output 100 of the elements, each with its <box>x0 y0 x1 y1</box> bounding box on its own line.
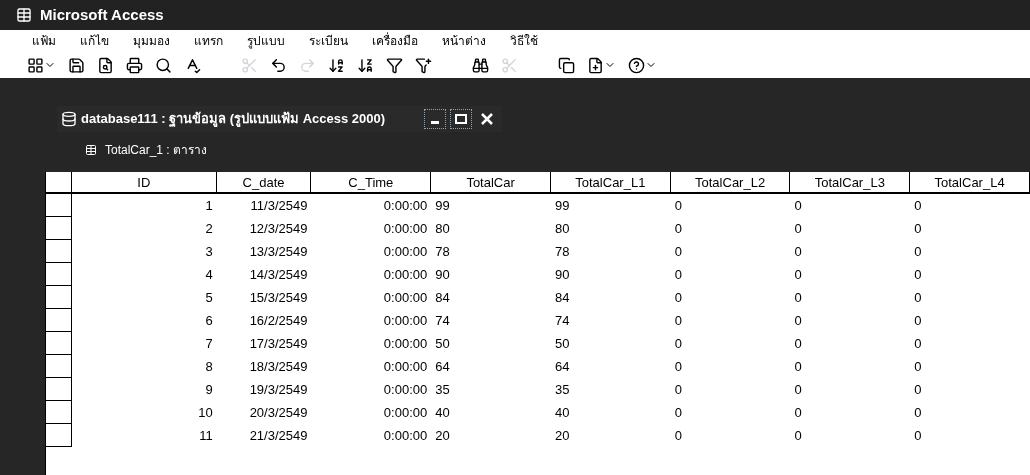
table-window-title: TotalCar_1 : ตาราง <box>105 142 208 159</box>
column-header[interactable]: TotalCar_L4 <box>910 172 1030 192</box>
table-cell-text: 11 <box>198 427 214 445</box>
menu-item[interactable]: แฟ้ม <box>32 32 56 50</box>
row-selector[interactable] <box>46 378 72 401</box>
table-cell-text: 80 <box>553 220 571 238</box>
column-header[interactable]: TotalCar_L1 <box>550 172 671 192</box>
table-cell-text: 40 <box>434 404 451 422</box>
column-header[interactable]: TotalCar_L3 <box>790 172 911 192</box>
row-selector[interactable] <box>46 217 72 240</box>
menu-item[interactable]: ระเบียน <box>309 32 348 50</box>
menu-item[interactable]: แทรก <box>194 32 223 50</box>
close-icon <box>480 112 494 126</box>
sort-descending-icon <box>357 56 374 74</box>
scissors-icon <box>241 56 258 74</box>
table-cell-text: 10 <box>197 404 214 422</box>
view-icon <box>27 56 44 74</box>
menu-item[interactable]: หน้าต่าง <box>442 32 486 50</box>
table-cell-text: 0 <box>793 358 803 376</box>
table-cell-text: 64 <box>553 358 571 376</box>
column-header[interactable]: C_date <box>216 172 312 192</box>
table-cell-text: 16/2/2549 <box>248 312 309 330</box>
table-cell-text: 0 <box>673 266 683 284</box>
table-cell-text: 0 <box>673 381 683 399</box>
table-cell-text: 0 <box>673 289 683 307</box>
row-selector[interactable] <box>46 194 72 217</box>
menu-item[interactable]: รูปแบบ <box>247 32 285 50</box>
table-cell-text: 0 <box>673 197 683 215</box>
table-cell-text: 4 <box>204 266 214 284</box>
column-header[interactable]: TotalCar <box>431 172 551 192</box>
maximize-button[interactable] <box>450 109 472 129</box>
table-cell-text: 20 <box>553 427 571 445</box>
windows-icon <box>558 56 575 74</box>
table-cell-text: 78 <box>553 243 571 261</box>
table-cell-text: 0 <box>913 289 923 307</box>
table-cell-text: 6 <box>204 312 214 330</box>
menu-item[interactable]: มุมมอง <box>133 32 170 50</box>
row-selector[interactable] <box>46 401 72 424</box>
magnifier-icon <box>155 56 172 74</box>
table-cell-text: 78 <box>434 243 451 261</box>
table-cell-text: 0:00:00 <box>382 358 429 376</box>
table-cell-text: 84 <box>434 289 451 307</box>
table-cell-text: 17/3/2549 <box>248 335 309 353</box>
table-cell-text: 0 <box>673 312 683 330</box>
undo-icon <box>270 56 287 74</box>
save-icon <box>68 56 85 74</box>
minimize-button[interactable] <box>424 109 446 129</box>
table-cell-text: 2 <box>204 220 214 238</box>
database-icon <box>61 111 77 127</box>
table-cell-text: 0 <box>913 266 923 284</box>
column-header[interactable]: TotalCar_L2 <box>670 172 791 192</box>
table-cell-text: 0:00:00 <box>382 243 429 261</box>
table-cell-text: 3 <box>204 243 214 261</box>
table-cell-text: 0:00:00 <box>382 289 429 307</box>
table-cell-text: 8 <box>204 358 214 376</box>
table-cell-text: 50 <box>434 335 451 353</box>
table-cell-text: 12/3/2549 <box>248 220 309 238</box>
table-cell-text: 84 <box>553 289 571 307</box>
table-cell-text: 0:00:00 <box>382 381 429 399</box>
sort-ascending-icon <box>328 56 345 74</box>
row-selector[interactable] <box>46 263 72 286</box>
table-cell-text: 20/3/2549 <box>248 404 309 422</box>
row-selector[interactable] <box>46 355 72 378</box>
table-cell-text: 14/3/2549 <box>248 266 309 284</box>
menu-item[interactable]: วิธีใช้ <box>510 32 538 50</box>
table-cell-text: 0 <box>793 243 803 261</box>
menu-item[interactable]: เครื่องมือ <box>372 32 418 50</box>
table-cell-text: 90 <box>553 266 571 284</box>
table-cell-text: 0:00:00 <box>382 335 429 353</box>
table-cell-text: 11/3/2549 <box>249 197 309 215</box>
help-icon <box>628 56 645 74</box>
database-window-title: database111 : ฐานข้อมูล (รูปแบบแฟ้ม Access 2000) <box>81 110 387 129</box>
table-cell-text: 21/3/2549 <box>248 427 309 445</box>
table-cell-text: 74 <box>553 312 571 330</box>
filter-plus-icon <box>415 56 432 74</box>
table-cell-text: 0:00:00 <box>382 312 429 330</box>
minimize-icon <box>431 121 439 124</box>
row-selector[interactable] <box>46 332 72 355</box>
menu-item[interactable]: แก้ไข <box>80 32 109 50</box>
row-selector[interactable] <box>46 240 72 263</box>
table-cell-text: 7 <box>204 335 214 353</box>
column-header[interactable]: ID <box>71 172 217 192</box>
row-selector[interactable] <box>46 309 72 332</box>
table-cell-text: 0 <box>793 404 803 422</box>
table-cell-text: 0:00:00 <box>382 404 429 422</box>
table-cell-text: 0 <box>793 197 803 215</box>
table-cell-text: 0:00:00 <box>382 427 429 445</box>
table-cell-text: 0 <box>793 335 803 353</box>
column-header[interactable]: C_Time <box>311 172 432 192</box>
table-cell-text: 0 <box>793 381 803 399</box>
table-cell-text: 18/3/2549 <box>248 358 309 376</box>
table-cell-text: 0 <box>673 335 683 353</box>
table-cell-text: 0 <box>913 358 923 376</box>
table-cell-text: 0:00:00 <box>382 266 429 284</box>
table-cell-text: 9 <box>204 381 214 399</box>
new-object-icon <box>587 56 604 74</box>
table-cell-text: 0 <box>913 220 923 238</box>
table-cell-text: 99 <box>553 197 571 215</box>
row-selector[interactable] <box>46 424 72 447</box>
row-selector[interactable] <box>46 286 72 309</box>
